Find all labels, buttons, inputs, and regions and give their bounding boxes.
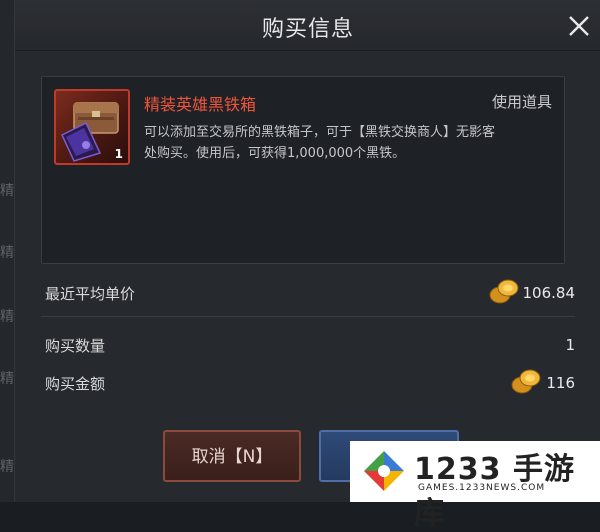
item-info-panel: 1 精装英雄黑铁箱 使用道具 可以添加至交易所的黑铁箱子，可于【黑铁交换商人】无… [41,76,565,264]
quantity-value[interactable]: 1 [565,336,575,354]
quantity-row: 购买数量 1 [41,326,575,366]
item-type: 使用道具 [491,93,552,111]
quantity-label: 购买数量 [45,337,106,355]
watermark-logo [364,451,404,491]
background-text: 精 [0,309,14,325]
watermark-url: GAMES.1233NEWS.COM [418,483,546,493]
close-button[interactable] [565,12,593,40]
avg-price-row: 最近平均单价 106.84 [41,274,575,314]
dialog-header: 购买信息 [15,0,600,51]
avg-price-label: 最近平均单价 [45,285,136,303]
item-description: 可以添加至交易所的黑铁箱子，可于【黑铁交换商人】无影客 处购买。使用后，可获得1… [144,122,564,164]
watermark: 1233 手游库 GAMES.1233NEWS.COM [350,441,600,531]
item-icon-slot[interactable]: 1 [54,89,130,165]
item-name: 精装英雄黑铁箱 [144,95,257,114]
dialog-title: 购买信息 [261,17,354,42]
cancel-button[interactable]: 取消【N】 [163,430,301,482]
item-description-line: 可以添加至交易所的黑铁箱子，可于【黑铁交换商人】无影客 [144,125,496,140]
background-text: 精 [0,371,14,387]
gold-coin-icon [489,279,519,304]
total-amount-label: 购买金额 [45,375,106,393]
total-amount-value: 116 [546,374,575,392]
close-icon [569,16,589,36]
background-text: 精 [0,183,14,199]
gold-coin-icon [511,369,541,394]
divider [41,316,575,317]
item-description-line: 处购买。使用后，可获得1,000,000个黑铁。 [144,146,406,161]
background-text: 精 [0,245,14,261]
avg-price-value: 106.84 [522,284,576,302]
purchase-dialog: 购买信息 1 精装英雄黑铁箱 使用道具 可以添加至交易所的黑铁箱子，可于【黑铁交… [14,0,600,502]
background-text: 精 [0,459,14,475]
item-quantity-badge: 1 [114,147,123,161]
total-amount-row: 购买金额 116 [41,364,575,404]
background-panel: 精 精 精 精 精 [0,0,14,502]
